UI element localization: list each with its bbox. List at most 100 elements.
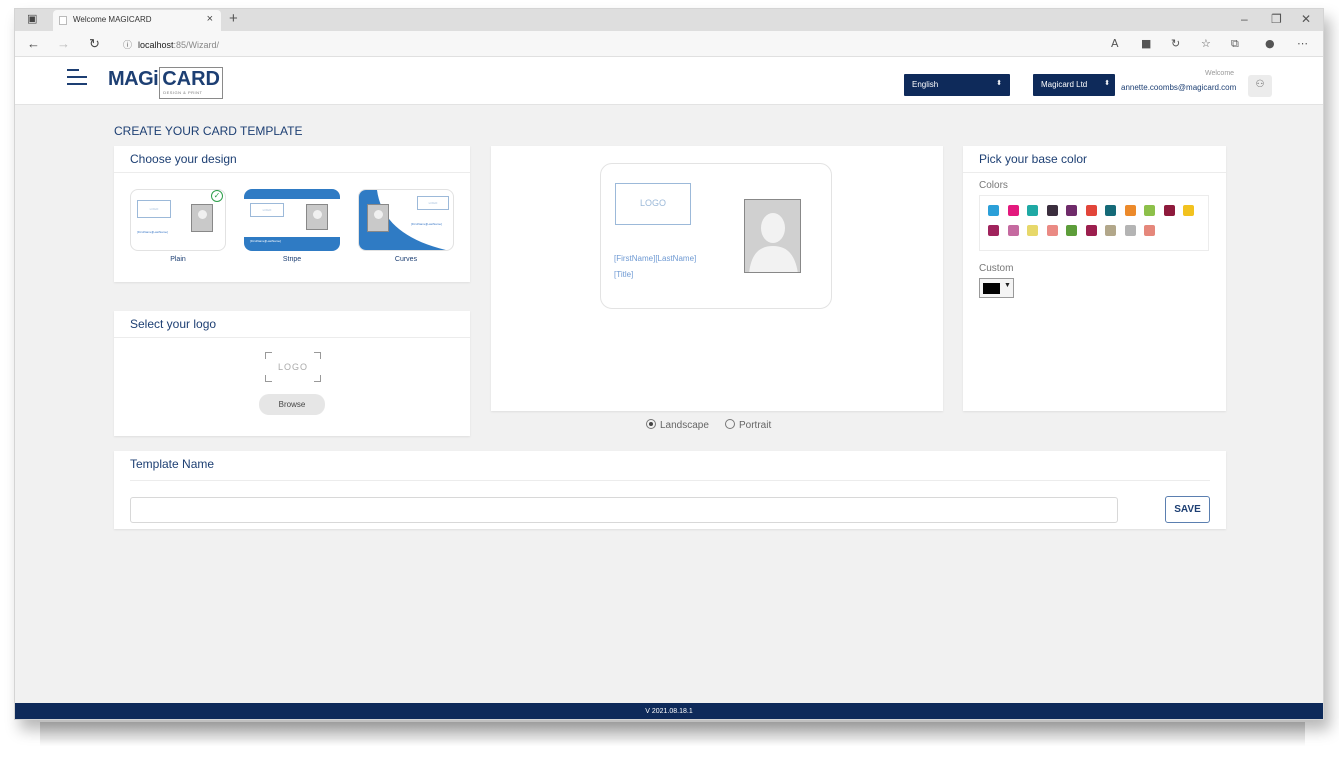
color-swatch[interactable] bbox=[1183, 205, 1194, 216]
color-swatch[interactable] bbox=[1144, 205, 1155, 216]
color-swatch[interactable] bbox=[1066, 205, 1077, 216]
refresh-icon[interactable]: ↻ bbox=[89, 36, 100, 52]
color-panel: Pick your base color Colors Custom ▼ bbox=[963, 146, 1226, 411]
color-swatch[interactable] bbox=[1085, 205, 1097, 216]
color-swatch[interactable] bbox=[1163, 205, 1175, 216]
color-swatch[interactable] bbox=[1007, 205, 1019, 216]
color-swatch[interactable] bbox=[1144, 225, 1155, 236]
color-swatch[interactable] bbox=[1124, 225, 1136, 236]
address-bar: ← → ↻ ⓘ localhost:85/Wizard/ A ■ ↻ ☆ ⧉ ● … bbox=[15, 31, 1323, 57]
url-host: localhost bbox=[138, 40, 174, 50]
preview-logo: LOGO bbox=[615, 183, 691, 225]
color-swatch[interactable] bbox=[1046, 225, 1058, 236]
language-select[interactable]: English ⬍ bbox=[904, 74, 1010, 96]
radio-portrait[interactable] bbox=[725, 419, 735, 429]
logo-subtitle: DESIGN & PRINT bbox=[163, 90, 203, 95]
color-swatches bbox=[979, 195, 1209, 251]
magicard-logo[interactable]: MAGi CARD DESIGN & PRINT bbox=[108, 67, 223, 99]
logo-placeholder[interactable]: LOGO bbox=[265, 352, 321, 382]
profile-icon[interactable]: ● bbox=[1265, 37, 1275, 50]
color-swatch[interactable] bbox=[1027, 225, 1038, 236]
new-tab-button[interactable]: + bbox=[229, 10, 238, 27]
design-label-stripe: Stripe bbox=[282, 256, 302, 263]
url-field[interactable]: ⓘ localhost:85/Wizard/ bbox=[123, 38, 219, 51]
color-swatch[interactable] bbox=[1027, 205, 1038, 216]
user-email: annette.coombs@magicard.com bbox=[1121, 83, 1237, 92]
custom-color-picker[interactable]: ▼ bbox=[979, 278, 1014, 298]
company-select[interactable]: Magicard Ltd ⬍ bbox=[1033, 74, 1115, 96]
orientation-portrait[interactable]: Portrait bbox=[725, 419, 771, 431]
sort-arrows-icon: ⬍ bbox=[1104, 80, 1110, 87]
template-name-input[interactable] bbox=[130, 497, 1118, 523]
preview-name-field: [FirstName][LastName] bbox=[614, 254, 697, 263]
logo-card-box: CARD DESIGN & PRINT bbox=[159, 67, 223, 99]
radio-landscape[interactable] bbox=[646, 419, 656, 429]
read-aloud-icon[interactable]: A bbox=[1111, 37, 1119, 50]
color-swatch[interactable] bbox=[988, 205, 999, 216]
back-icon[interactable]: ← bbox=[27, 36, 40, 51]
color-swatch[interactable] bbox=[1105, 205, 1116, 216]
restore-icon[interactable]: ❐ bbox=[1271, 12, 1282, 26]
corner-mark bbox=[265, 375, 272, 382]
design-panel-title: Choose your design bbox=[130, 152, 237, 166]
divider bbox=[130, 480, 1210, 481]
landscape-label: Landscape bbox=[660, 420, 709, 431]
sort-arrows-icon: ⬍ bbox=[996, 80, 1002, 87]
favorites-icon[interactable]: ☆ bbox=[1201, 37, 1211, 50]
mini-logo: LOGO bbox=[137, 200, 171, 218]
collections-icon[interactable]: ⧉ bbox=[1231, 37, 1239, 51]
logo-card-text: CARD bbox=[162, 68, 220, 90]
tab-title: Welcome MAGICARD bbox=[73, 15, 152, 24]
favicon-icon bbox=[59, 16, 67, 25]
mini-logo: LOGO bbox=[417, 196, 449, 210]
extension-icon[interactable]: ■ bbox=[1141, 37, 1151, 50]
color-swatch[interactable] bbox=[1085, 225, 1097, 236]
user-avatar-icon[interactable]: ⚇ bbox=[1248, 75, 1272, 97]
menu-icon[interactable] bbox=[67, 69, 89, 87]
design-option-stripe[interactable]: LOGO [FirstName][LastName] bbox=[244, 189, 340, 251]
card-preview: LOGO [FirstName][LastName] [Title] bbox=[600, 163, 832, 309]
welcome-label: Welcome bbox=[1205, 70, 1235, 77]
url-path: :85/Wizard/ bbox=[173, 40, 220, 50]
save-button[interactable]: SAVE bbox=[1165, 496, 1210, 523]
color-swatch[interactable] bbox=[1105, 225, 1116, 236]
footer: V 2021.08.18.1 bbox=[15, 703, 1323, 719]
design-option-curves[interactable]: LOGO [FirstName][LastName] bbox=[358, 189, 454, 251]
template-panel: Template Name SAVE bbox=[114, 451, 1226, 529]
tab-actions-icon[interactable]: ▣ bbox=[27, 12, 37, 25]
more-icon[interactable]: ⋯ bbox=[1297, 37, 1308, 50]
minimize-icon[interactable]: – bbox=[1241, 12, 1248, 26]
logo-panel: Select your logo LOGO Browse bbox=[114, 311, 470, 436]
page-title: CREATE YOUR CARD TEMPLATE bbox=[114, 124, 303, 138]
dropdown-arrow-icon: ▼ bbox=[1004, 282, 1011, 289]
divider bbox=[114, 337, 470, 338]
design-label-plain: Plain bbox=[170, 256, 186, 263]
browser-tab[interactable]: Welcome MAGICARD × bbox=[53, 10, 221, 31]
color-swatch[interactable] bbox=[1066, 225, 1077, 236]
browser-window: ▣ Welcome MAGICARD × + – ❐ ✕ ← → ↻ ⓘ loca… bbox=[14, 8, 1324, 720]
close-tab-icon[interactable]: × bbox=[207, 13, 213, 25]
forward-icon[interactable]: → bbox=[57, 36, 70, 51]
logo-magi-text: MAGi bbox=[108, 68, 159, 90]
refresh-extension-icon[interactable]: ↻ bbox=[1171, 37, 1180, 50]
language-value: English bbox=[912, 80, 939, 89]
colors-label: Colors bbox=[979, 180, 1008, 191]
color-swatch[interactable] bbox=[1124, 205, 1136, 216]
orientation-landscape[interactable]: Landscape bbox=[646, 419, 709, 431]
selected-check-icon: ✓ bbox=[211, 190, 223, 202]
close-window-icon[interactable]: ✕ bbox=[1301, 12, 1311, 26]
color-swatch[interactable] bbox=[1046, 205, 1058, 216]
custom-color-preview bbox=[983, 283, 1000, 294]
photo-placeholder-icon bbox=[744, 199, 801, 273]
site-info-icon[interactable]: ⓘ bbox=[123, 40, 132, 50]
preview-panel: LOGO [FirstName][LastName] [Title] bbox=[491, 146, 943, 411]
corner-mark bbox=[314, 375, 321, 382]
person-silhouette-icon bbox=[749, 213, 798, 272]
preview-title-field: [Title] bbox=[614, 270, 634, 279]
mini-photo-icon bbox=[367, 204, 389, 232]
browse-button[interactable]: Browse bbox=[259, 394, 325, 415]
color-swatch[interactable] bbox=[1007, 225, 1019, 236]
mini-logo: LOGO bbox=[250, 203, 284, 217]
color-swatch[interactable] bbox=[988, 225, 999, 236]
mini-photo-icon bbox=[191, 204, 213, 232]
